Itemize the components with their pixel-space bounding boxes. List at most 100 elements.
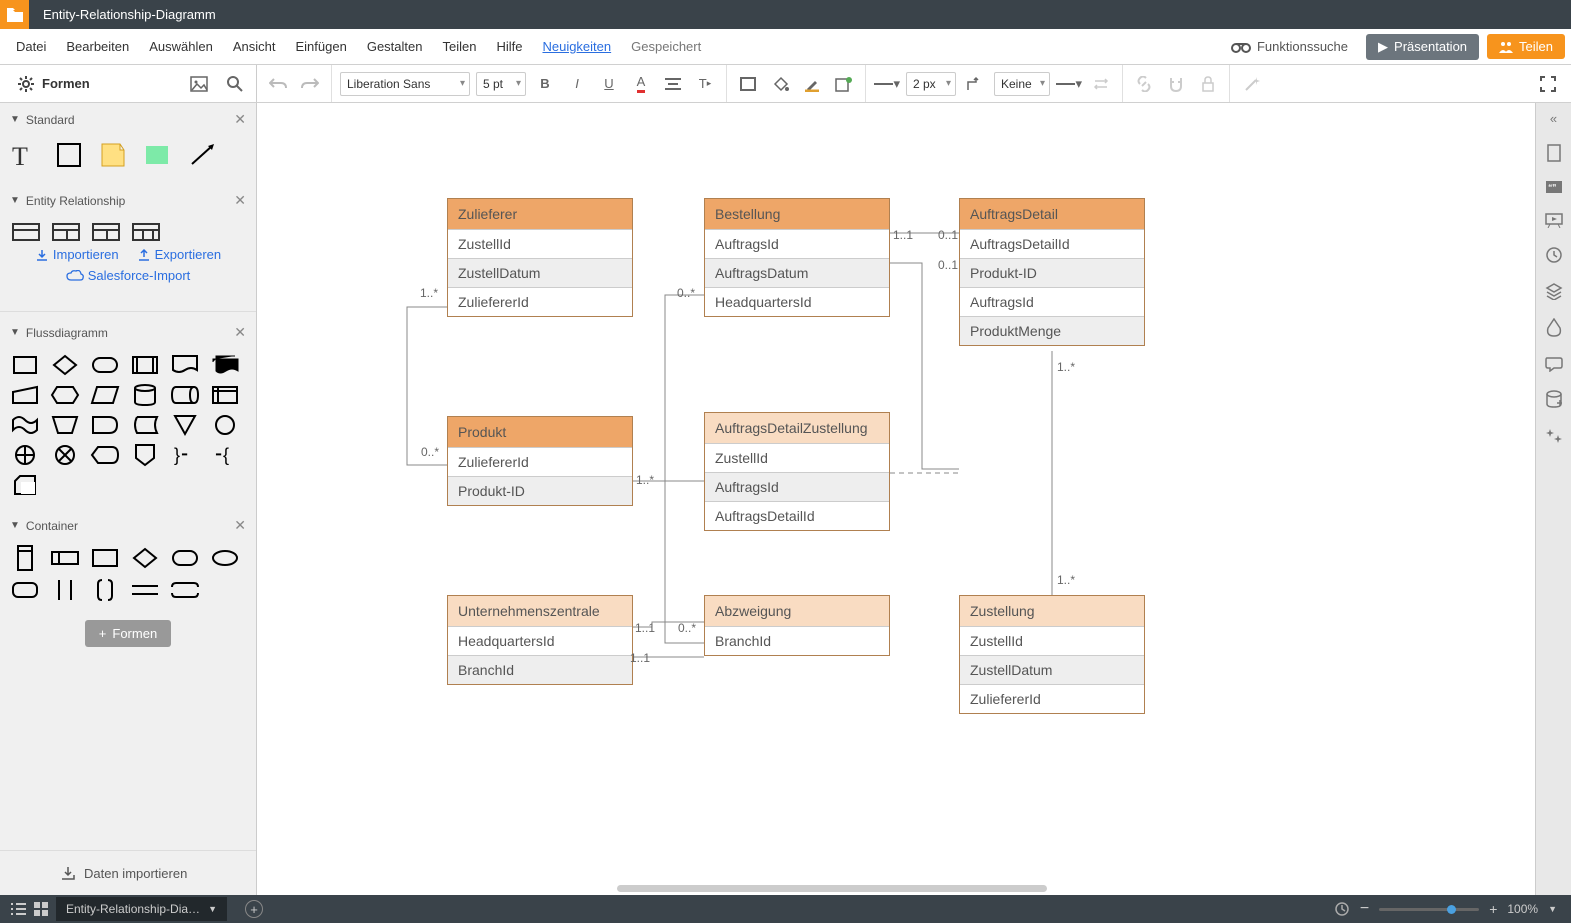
search-icon[interactable]: [222, 71, 248, 97]
swap-ends-button[interactable]: [1088, 71, 1114, 97]
fill-rect-button[interactable]: [735, 71, 761, 97]
document-title[interactable]: Entity-Relationship-Diagramm: [29, 7, 216, 22]
stroke-width-select[interactable]: 2 px: [906, 72, 956, 96]
italic-button[interactable]: I: [564, 71, 590, 97]
font-size-select[interactable]: 5 pt: [476, 72, 526, 96]
menu-hilfe[interactable]: Hilfe: [486, 39, 532, 54]
flow-direct-data[interactable]: [172, 385, 198, 405]
flow-multidoc[interactable]: [212, 355, 238, 375]
rect-shape[interactable]: [56, 142, 84, 170]
cont-5[interactable]: [172, 548, 198, 568]
magic-icon[interactable]: [1545, 426, 1563, 444]
entity-abzweigung[interactable]: Abzweigung BranchId: [704, 595, 890, 656]
cont-2[interactable]: [52, 548, 78, 568]
underline-button[interactable]: U: [596, 71, 622, 97]
arrow-shape[interactable]: [188, 142, 216, 170]
layers-icon[interactable]: [1545, 282, 1563, 300]
flow-brace-right[interactable]: }⁃: [172, 445, 198, 465]
collapse-rail-icon[interactable]: «: [1550, 111, 1557, 126]
zoom-slider[interactable]: [1379, 908, 1479, 911]
entity-produkt[interactable]: Produkt ZuliefererId Produkt-ID: [447, 416, 633, 506]
line-route-button[interactable]: [962, 71, 988, 97]
cont-8[interactable]: [52, 580, 78, 600]
panel-container-head[interactable]: ▼ Container ✕: [0, 509, 256, 542]
theme-icon[interactable]: [1546, 318, 1562, 338]
flow-connector[interactable]: [212, 415, 238, 435]
entity-adz[interactable]: AuftragsDetailZustellung ZustellId Auftr…: [704, 412, 890, 531]
flow-card[interactable]: [12, 475, 38, 495]
menu-auswaehlen[interactable]: Auswählen: [139, 39, 223, 54]
flow-brace-left[interactable]: ⁃{: [212, 445, 238, 465]
function-search[interactable]: Funktionssuche: [1221, 39, 1358, 54]
entity-uz[interactable]: Unternehmenszentrale HeadquartersId Bran…: [447, 595, 633, 685]
menu-teilen[interactable]: Teilen: [432, 39, 486, 54]
present-panel-icon[interactable]: [1545, 212, 1563, 228]
zoom-out-button[interactable]: −: [1360, 900, 1369, 918]
menu-einfuegen[interactable]: Einfügen: [286, 39, 357, 54]
close-icon[interactable]: ✕: [234, 111, 246, 128]
panel-er-head[interactable]: ▼ Entity Relationship ✕: [0, 184, 256, 217]
cont-9[interactable]: [92, 580, 118, 600]
page-icon[interactable]: [1546, 144, 1562, 162]
history-icon[interactable]: [1545, 246, 1563, 264]
flow-decision[interactable]: [52, 355, 78, 375]
data-panel-icon[interactable]: [1546, 390, 1562, 408]
flow-terminator[interactable]: [92, 355, 118, 375]
image-icon[interactable]: [186, 71, 212, 97]
page-tab[interactable]: Entity-Relationship-Dia… ▼: [56, 897, 227, 921]
lock-button[interactable]: [1195, 71, 1221, 97]
wand-button[interactable]: [1238, 71, 1264, 97]
link-button[interactable]: [1131, 71, 1157, 97]
flow-tape[interactable]: [12, 415, 38, 435]
flow-preparation[interactable]: [52, 385, 78, 405]
line-style-button[interactable]: ▾: [874, 71, 900, 97]
flow-offpage[interactable]: [132, 445, 158, 465]
line-start-select[interactable]: Keine: [994, 72, 1050, 96]
cont-4[interactable]: [132, 548, 158, 568]
menu-ansicht[interactable]: Ansicht: [223, 39, 286, 54]
cont-7[interactable]: [12, 580, 38, 600]
panel-standard-head[interactable]: ▼ Standard ✕: [0, 103, 256, 136]
menu-datei[interactable]: Datei: [6, 39, 56, 54]
fill-bucket-button[interactable]: [767, 71, 793, 97]
add-shapes-button[interactable]: + Formen: [85, 620, 171, 647]
text-shape[interactable]: T: [12, 142, 40, 170]
er-shape-1[interactable]: [12, 223, 40, 241]
text-options-button[interactable]: T▸: [692, 71, 718, 97]
fullscreen-button[interactable]: [1535, 71, 1561, 97]
close-icon[interactable]: ✕: [234, 517, 246, 534]
align-button[interactable]: [660, 71, 686, 97]
cont-10[interactable]: [132, 580, 158, 600]
menu-gestalten[interactable]: Gestalten: [357, 39, 433, 54]
flow-manual-input[interactable]: [12, 385, 38, 405]
er-shape-4[interactable]: [132, 223, 160, 241]
flow-data[interactable]: [92, 385, 118, 405]
block-shape[interactable]: [144, 142, 172, 170]
flow-process[interactable]: [12, 355, 38, 375]
flow-predefined[interactable]: [132, 355, 158, 375]
panel-flow-head[interactable]: ▼ Flussdiagramm ✕: [0, 316, 256, 349]
menu-bearbeiten[interactable]: Bearbeiten: [56, 39, 139, 54]
import-data-button[interactable]: Daten importieren: [0, 850, 256, 895]
line-end-select[interactable]: ▾: [1056, 71, 1082, 97]
close-icon[interactable]: ✕: [234, 324, 246, 341]
entity-zulieferer[interactable]: Zulieferer ZustellId ZustellDatum Zulief…: [447, 198, 633, 317]
h-scrollbar[interactable]: [617, 885, 1047, 892]
cont-6[interactable]: [212, 548, 238, 568]
add-page-button[interactable]: +: [245, 900, 263, 918]
flow-or[interactable]: [12, 445, 38, 465]
shapes-toggle[interactable]: Formen: [8, 76, 100, 92]
text-color-button[interactable]: A: [628, 71, 654, 97]
share-button[interactable]: Teilen: [1487, 34, 1565, 59]
cont-11[interactable]: [172, 580, 198, 600]
salesforce-import-link[interactable]: Salesforce-Import: [66, 268, 191, 283]
cont-3[interactable]: [92, 548, 118, 568]
present-button[interactable]: ▶ Präsentation: [1366, 34, 1479, 60]
flow-delay[interactable]: [92, 415, 118, 435]
chevron-down-icon[interactable]: ▼: [1548, 904, 1557, 914]
flow-internal-storage[interactable]: [212, 385, 238, 405]
border-color-button[interactable]: [799, 71, 825, 97]
er-shape-2[interactable]: [52, 223, 80, 241]
zoom-in-button[interactable]: +: [1489, 901, 1497, 917]
er-shape-3[interactable]: [92, 223, 120, 241]
